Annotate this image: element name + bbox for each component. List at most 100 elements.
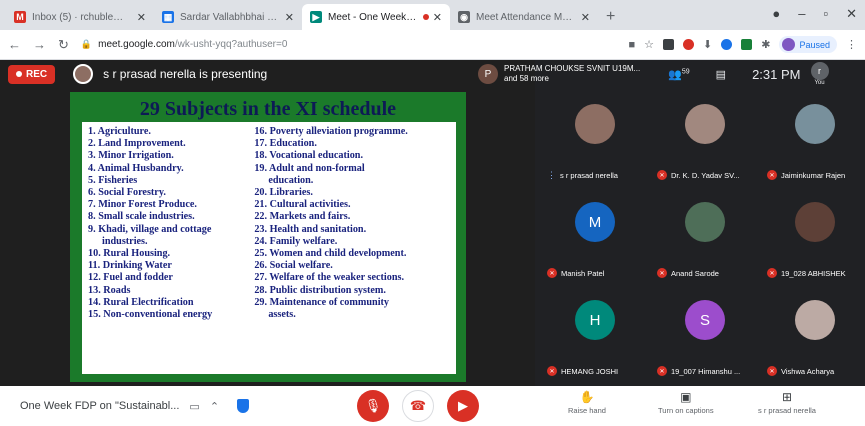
close-window-icon[interactable]: ✕ bbox=[846, 6, 857, 22]
captions-button[interactable]: ▣ Turn on captions bbox=[658, 390, 714, 415]
participant-tile[interactable]: H ✕ HEMANG JOSHI bbox=[541, 288, 651, 386]
browser-tab-strip: M Inbox (5) · rchuble@mnit.ac.in · I ✕ ▦… bbox=[0, 0, 865, 30]
people-button[interactable]: 👥59 bbox=[668, 68, 690, 81]
extension-icon[interactable] bbox=[741, 39, 753, 50]
participant-tile[interactable]: ✕ Anand Sarode bbox=[651, 190, 761, 288]
camera-icon[interactable]: ■ bbox=[629, 39, 636, 51]
participant-tile[interactable]: ✕ 19_028 ABHISHEK bbox=[761, 190, 865, 288]
tab-svnit[interactable]: ▦ Sardar Vallabhbhai National Insti ✕ bbox=[154, 4, 302, 30]
mic-off-icon: ✕ bbox=[657, 268, 667, 278]
participant-name: HEMANG JOSHI bbox=[561, 366, 619, 376]
tab-gmail[interactable]: M Inbox (5) · rchuble@mnit.ac.in · I ✕ bbox=[6, 4, 154, 30]
list-item: 11. Drinking Water bbox=[88, 260, 172, 272]
participant-name: 19_028 ABHISHEK bbox=[781, 268, 846, 278]
self-view[interactable]: r You bbox=[810, 62, 829, 86]
avatar bbox=[795, 104, 835, 144]
participant-name: 19_007 Himanshu ... bbox=[671, 366, 741, 376]
presenting-label: s r prasad nerella bbox=[758, 406, 816, 415]
presenting-button[interactable]: ⊞ s r prasad nerella bbox=[758, 390, 816, 415]
list-item: 10. Rural Housing. bbox=[88, 248, 171, 260]
maximize-icon[interactable]: ▫ bbox=[823, 6, 828, 22]
forward-icon[interactable]: → bbox=[33, 37, 46, 52]
close-icon[interactable]: ✕ bbox=[433, 11, 442, 24]
list-item: 26. Social welfare. bbox=[254, 260, 333, 272]
control-bar: One Week FDP on "Sustainabl... ▭ ⌃ 🎙 ☎ ▶… bbox=[0, 386, 865, 426]
participant-name: Dr. K. D. Yadav SV... bbox=[671, 170, 740, 180]
recording-dot-icon bbox=[422, 14, 429, 20]
extension-icon[interactable] bbox=[721, 39, 733, 50]
avatar: H bbox=[575, 300, 615, 340]
avatar bbox=[685, 104, 725, 144]
camera-off-button[interactable]: ▶ bbox=[447, 390, 479, 422]
record-dot-icon bbox=[16, 71, 22, 77]
list-item: 5. Fisheries bbox=[88, 174, 138, 186]
clock: 2:31 PM bbox=[752, 66, 801, 82]
participant-label: ✕ Jaiminkumar Rajen bbox=[767, 170, 845, 180]
presentation-area: REC s r prasad nerella is presenting 29 … bbox=[0, 60, 535, 386]
attendance-icon: ◉ bbox=[458, 11, 470, 23]
close-icon[interactable]: ✕ bbox=[581, 11, 590, 24]
meeting-details-icon[interactable]: ▭ bbox=[189, 400, 199, 413]
avatar: S bbox=[685, 300, 725, 340]
close-icon[interactable]: ✕ bbox=[285, 11, 294, 24]
list-item: education. bbox=[268, 174, 314, 186]
participant-tile[interactable]: ✕ Vishwa Acharya bbox=[761, 288, 865, 386]
participant-tile[interactable]: ⋮ s r prasad nerella bbox=[541, 92, 651, 190]
more-count: and 58 more bbox=[504, 74, 549, 83]
mic-off-button[interactable]: 🎙 bbox=[357, 390, 389, 422]
menu-icon[interactable]: ⋮ bbox=[846, 38, 857, 51]
extension-icon[interactable] bbox=[663, 39, 675, 50]
list-item: 22. Markets and fairs. bbox=[254, 211, 351, 223]
speaking-icon: ⋮ bbox=[547, 170, 556, 180]
participant-tile[interactable]: S ✕ 19_007 Himanshu ... bbox=[651, 288, 761, 386]
participant-tile[interactable]: ✕ Dr. K. D. Yadav SV... bbox=[651, 92, 761, 190]
slide: 29 Subjects in the XI schedule 1. Agricu… bbox=[70, 92, 466, 382]
participant-grid: ⋮ s r prasad nerella ✕ Dr. K. D. Yadav SV..… bbox=[535, 92, 865, 386]
download-icon[interactable]: ⬇ bbox=[703, 38, 712, 51]
list-item: 12. Fuel and fodder bbox=[88, 272, 173, 284]
avatar: M bbox=[575, 202, 615, 242]
avatar: P bbox=[478, 64, 498, 84]
reload-icon[interactable]: ↻ bbox=[58, 37, 69, 53]
back-icon[interactable]: ← bbox=[8, 37, 21, 52]
tab-meet[interactable]: ▶ Meet - One Week FDP on "S ✕ bbox=[302, 4, 450, 30]
participant-label: ✕ Vishwa Acharya bbox=[767, 366, 834, 376]
extension-icon[interactable] bbox=[683, 39, 695, 50]
participant-tile[interactable]: ✕ Jaiminkumar Rajen bbox=[761, 92, 865, 190]
list-item: 20. Libraries. bbox=[254, 187, 313, 199]
participant-tile[interactable]: M ✕ Manish Patel bbox=[541, 190, 651, 288]
list-item: 28. Public distribution system. bbox=[254, 284, 386, 296]
participant-name: s r prasad nerella bbox=[560, 171, 618, 180]
raise-hand-button[interactable]: ✋ Raise hand bbox=[568, 390, 606, 415]
participant-name: Manish Patel bbox=[561, 268, 605, 278]
record-indicator-icon: ● bbox=[772, 6, 781, 21]
new-tab-icon[interactable]: + bbox=[598, 8, 623, 30]
url-field[interactable]: 🔒 meet.google.com /wk-usht-yqq?authuser=… bbox=[81, 39, 629, 50]
close-icon[interactable]: ✕ bbox=[137, 11, 146, 24]
chevron-up-icon[interactable]: ⌃ bbox=[210, 400, 219, 413]
avatar bbox=[575, 104, 615, 144]
profile-paused-button[interactable]: Paused bbox=[779, 36, 837, 53]
slide-title: 29 Subjects in the XI schedule bbox=[139, 98, 397, 120]
star-icon[interactable]: ☆ bbox=[644, 38, 654, 51]
avatar bbox=[73, 64, 94, 84]
puzzle-icon[interactable]: ✱ bbox=[761, 38, 770, 51]
gmail-icon: M bbox=[14, 11, 26, 23]
list-item: 1. Agriculture. bbox=[88, 126, 151, 137]
list-item: 25. Women and child development. bbox=[254, 248, 407, 260]
participant-label: ✕ HEMANG JOSHI bbox=[547, 366, 618, 376]
list-item: 19. Adult and non-formal bbox=[254, 162, 365, 174]
leave-call-button[interactable]: ☎ bbox=[402, 390, 434, 422]
list-item: 24. Family welfare. bbox=[254, 235, 338, 247]
list-item: 15. Non-conventional energy bbox=[88, 309, 213, 321]
subject-list-right: 16. Poverty alleviation programme. 17. E… bbox=[254, 126, 450, 370]
paused-label: Paused bbox=[799, 39, 830, 50]
minimize-icon[interactable]: – bbox=[798, 6, 805, 22]
lock-icon: 🔒 bbox=[80, 39, 93, 49]
chat-icon[interactable]: ▤ bbox=[716, 68, 726, 81]
list-item: 9. Khadi, village and cottage bbox=[88, 223, 212, 235]
host-controls-icon[interactable] bbox=[237, 399, 250, 413]
tab-attendance[interactable]: ◉ Meet Attendance Monitor ✕ bbox=[450, 4, 598, 30]
captions-icon: ▣ bbox=[680, 390, 692, 404]
participant-name: Vishwa Acharya bbox=[781, 366, 835, 376]
